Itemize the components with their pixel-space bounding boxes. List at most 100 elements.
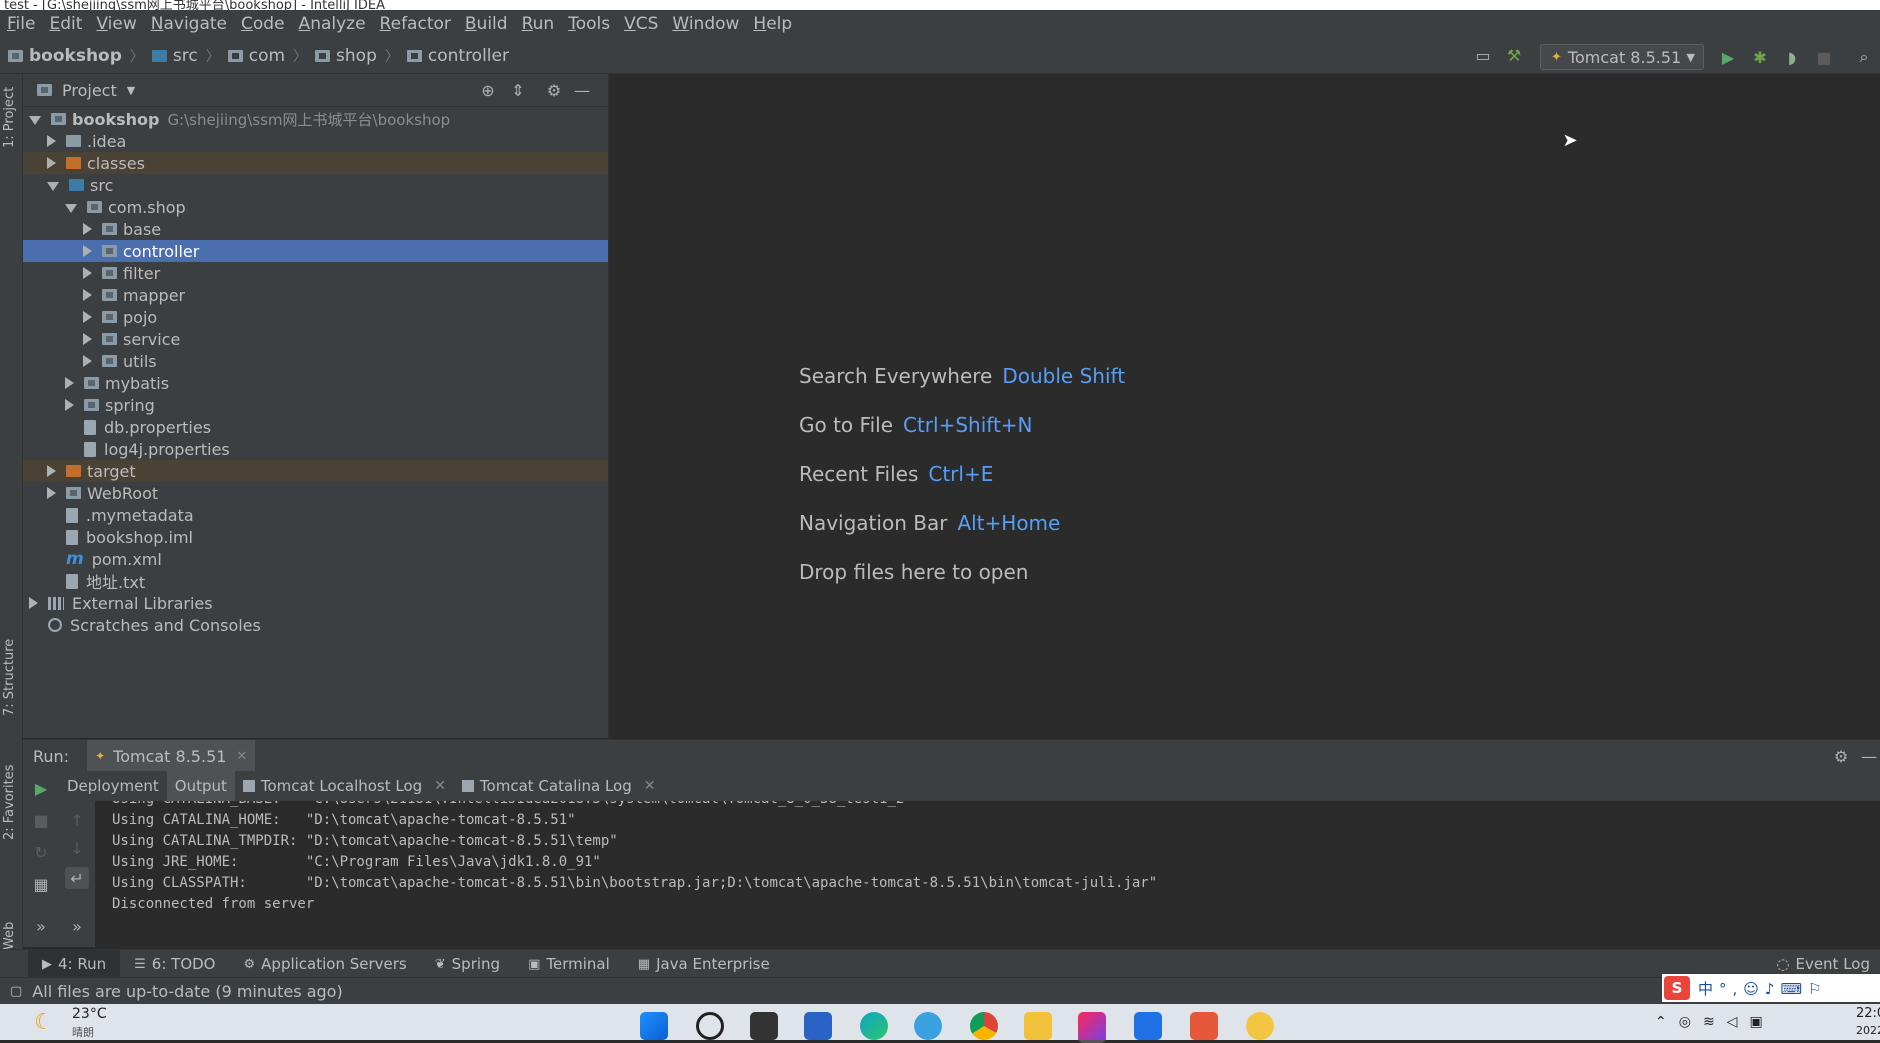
ie-icon[interactable]: [914, 1012, 942, 1040]
coverage-icon[interactable]: ◗: [1780, 46, 1804, 68]
expanded-arrow-icon[interactable]: [29, 115, 41, 125]
menu-window[interactable]: Window: [665, 14, 746, 34]
collapsed-arrow-icon[interactable]: [83, 311, 92, 323]
arrow-up-icon[interactable]: ↑: [65, 809, 89, 831]
tree-item-service[interactable]: service: [23, 328, 608, 350]
ime-tools-icon[interactable]: 中°,☺♪⌨⚐: [1698, 978, 1828, 999]
expanded-arrow-icon[interactable]: [65, 203, 77, 213]
tree-item-webroot[interactable]: WebRoot: [23, 482, 608, 504]
task-view-icon[interactable]: [750, 1012, 778, 1040]
menu-analyze[interactable]: Analyze: [292, 14, 373, 34]
menu-edit[interactable]: Edit: [42, 14, 89, 34]
collapsed-arrow-icon[interactable]: [83, 223, 92, 235]
soft-wrap-icon[interactable]: ↵: [65, 867, 89, 889]
chevron-down-icon[interactable]: ▼: [127, 84, 135, 97]
update-icon[interactable]: ↻: [29, 841, 53, 863]
web-tool-tab[interactable]: Web: [2, 922, 17, 950]
app-yellow-icon[interactable]: [1246, 1012, 1274, 1040]
app-taskbar-icon[interactable]: [804, 1012, 832, 1040]
menu-vcs[interactable]: VCS: [617, 14, 665, 34]
collapsed-arrow-icon[interactable]: [83, 289, 92, 301]
breadcrumb-item-com[interactable]: com 〉: [227, 46, 315, 66]
layout-icon[interactable]: ▭: [1472, 44, 1494, 66]
gear-icon[interactable]: ⚙: [1830, 745, 1852, 767]
collapsed-arrow-icon[interactable]: [29, 597, 38, 609]
tree-item-pojo[interactable]: pojo: [23, 306, 608, 328]
tree-item-base[interactable]: base: [23, 218, 608, 240]
collapsed-arrow-icon[interactable]: [47, 157, 56, 169]
system-tray-icons[interactable]: ⌃◎≋◁▣: [1655, 1014, 1775, 1030]
run-subtab-tomcat-localhost-log[interactable]: Tomcat Localhost Log ✕: [235, 771, 454, 801]
status-toggle-icon[interactable]: ▢: [10, 984, 22, 999]
intellij-icon[interactable]: [1078, 1012, 1106, 1043]
search-icon[interactable]: ⌕: [1852, 46, 1876, 68]
breadcrumb-item-shop[interactable]: shop 〉: [315, 46, 407, 66]
menu-navigate[interactable]: Navigate: [144, 14, 234, 34]
event-log-button[interactable]: ◌ Event Log: [1776, 955, 1870, 973]
run-subtab-deployment[interactable]: Deployment: [59, 771, 167, 801]
menu-help[interactable]: Help: [746, 14, 799, 34]
tree-item-external-libraries[interactable]: External Libraries: [23, 592, 608, 614]
menu-tools[interactable]: Tools: [561, 14, 617, 34]
arrow-down-icon[interactable]: ↓: [65, 837, 89, 859]
breadcrumb-item-controller[interactable]: controller: [406, 46, 509, 66]
debug-icon[interactable]: ✱: [1748, 46, 1772, 68]
stop-icon[interactable]: ■: [29, 809, 53, 831]
hide-panel-icon[interactable]: —: [1858, 745, 1880, 767]
collapsed-arrow-icon[interactable]: [47, 465, 56, 477]
collapsed-arrow-icon[interactable]: [47, 487, 56, 499]
tree-item--idea[interactable]: .idea: [23, 130, 608, 152]
tree-item-pom-xml[interactable]: m pom.xml: [23, 548, 608, 570]
editor-empty-area[interactable]: Search Everywhere Double Shift Go to File C…: [609, 74, 1880, 738]
console-output[interactable]: Using CATALINA_BASE: "C:\Users\21181\.In…: [96, 801, 1880, 947]
run-subtab-output[interactable]: Output: [166, 771, 235, 801]
collapsed-arrow-icon[interactable]: [83, 333, 92, 345]
close-icon[interactable]: ✕: [434, 778, 446, 794]
tree-item-db-properties[interactable]: db.properties: [23, 416, 608, 438]
edge-icon[interactable]: [860, 1012, 888, 1040]
project-tool-tab[interactable]: 1: Project: [2, 87, 17, 148]
menu-refactor[interactable]: Refactor: [373, 14, 458, 34]
build-hammer-icon[interactable]: ⚒: [1503, 44, 1525, 66]
breadcrumb-item-src[interactable]: src 〉: [151, 46, 228, 66]
tree-item-com-shop[interactable]: com.shop: [23, 196, 608, 218]
tree-item-utils[interactable]: utils: [23, 350, 608, 372]
close-icon[interactable]: ✕: [236, 749, 247, 764]
collapsed-arrow-icon[interactable]: [83, 355, 92, 367]
tree-item-classes[interactable]: classes: [23, 152, 608, 174]
project-view-select[interactable]: Project: [62, 81, 117, 100]
tree-item-mapper[interactable]: mapper: [23, 284, 608, 306]
collapsed-arrow-icon[interactable]: [83, 267, 92, 279]
run-subtab-tomcat-catalina-log[interactable]: Tomcat Catalina Log ✕: [454, 771, 664, 801]
tree-item-src[interactable]: src: [23, 174, 608, 196]
tree-item-filter[interactable]: filter: [23, 262, 608, 284]
start-icon[interactable]: [640, 1012, 668, 1040]
run-tab-tomcat[interactable]: ✦ Tomcat 8.5.51 ✕: [87, 740, 256, 772]
tool-window-4-run[interactable]: ▶ 4: Run: [28, 950, 121, 978]
search-taskbar-icon[interactable]: [696, 1012, 724, 1040]
tree-item-bookshop[interactable]: bookshop G:\shejiing\ssm网上书城平台\bookshop: [23, 108, 608, 130]
menu-build[interactable]: Build: [458, 14, 515, 34]
tree-item-controller[interactable]: controller: [23, 240, 608, 262]
tree-item-log4j-properties[interactable]: log4j.properties: [23, 438, 608, 460]
app-red-icon[interactable]: [1190, 1012, 1218, 1040]
menu-file[interactable]: File: [0, 14, 42, 34]
structure-tool-tab[interactable]: 7: Structure: [2, 639, 17, 716]
security-app-icon[interactable]: [1134, 1012, 1162, 1040]
run-configuration-select[interactable]: ✦ Tomcat 8.5.51 ▼: [1540, 44, 1704, 70]
favorites-tool-tab[interactable]: 2: Favorites: [2, 764, 17, 840]
breadcrumb-item-bookshop[interactable]: bookshop 〉: [8, 46, 152, 66]
tree-item-target[interactable]: target: [23, 460, 608, 482]
collapsed-arrow-icon[interactable]: [83, 245, 92, 257]
weather-moon-icon[interactable]: ☾: [34, 1010, 54, 1035]
run-icon[interactable]: ▶: [1716, 46, 1740, 68]
tree-item-scratches-and-consoles[interactable]: Scratches and Consoles: [23, 614, 608, 636]
tool-window-terminal[interactable]: ▣ Terminal: [514, 950, 624, 978]
tool-window-java-enterprise[interactable]: ▦ Java Enterprise: [624, 950, 784, 978]
tree-item-spring[interactable]: spring: [23, 394, 608, 416]
collapsed-arrow-icon[interactable]: [65, 399, 74, 411]
hide-panel-icon[interactable]: —: [571, 79, 593, 101]
tree-item-bookshop-iml[interactable]: bookshop.iml: [23, 526, 608, 548]
sogou-ime-icon[interactable]: S: [1664, 976, 1690, 1000]
menu-run[interactable]: Run: [515, 14, 562, 34]
